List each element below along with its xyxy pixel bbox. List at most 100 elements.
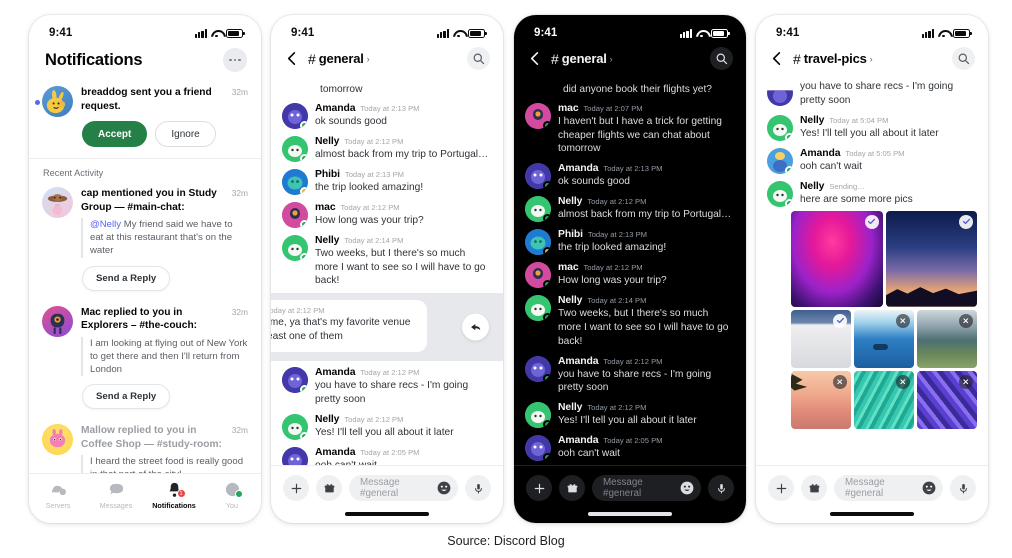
- avatar[interactable]: [282, 413, 308, 440]
- emoji-icon[interactable]: [678, 480, 695, 497]
- jellyfish-photo[interactable]: [791, 210, 883, 307]
- tab-messages[interactable]: Messages: [87, 481, 145, 510]
- avatar[interactable]: [767, 90, 793, 106]
- message-list[interactable]: tomorrow Amanda Today at 2:13 PM ok sound…: [271, 80, 503, 465]
- message-input[interactable]: Message #general: [349, 475, 458, 501]
- notifications-list[interactable]: breaddog sent you a friend request. 32m …: [29, 82, 261, 473]
- back-arrow-icon[interactable]: [769, 50, 786, 67]
- reply-arrow-icon[interactable]: [462, 313, 489, 341]
- island-ocean-photo[interactable]: [854, 309, 914, 368]
- message-row[interactable]: Nelly Today at 2:14 PM Two weeks, but I t…: [514, 289, 746, 349]
- avatar[interactable]: [525, 402, 551, 429]
- message-row[interactable]: Nelly Today at 5:04 PM Yes! I'll tell you…: [756, 109, 988, 142]
- channel-name[interactable]: # general ›: [308, 51, 460, 67]
- message-row[interactable]: Nelly Today at 2:12 PM Yes! I'll tell you…: [271, 408, 503, 441]
- purple-flowers-photo[interactable]: [917, 370, 977, 429]
- accept-button[interactable]: Accept: [82, 121, 148, 147]
- message-input[interactable]: Message #general: [592, 475, 701, 501]
- kebab-menu-icon[interactable]: [223, 48, 247, 72]
- plus-icon[interactable]: [526, 475, 552, 501]
- check-icon[interactable]: [959, 214, 973, 229]
- avatar[interactable]: [282, 135, 308, 162]
- message-row[interactable]: Amanda Today at 2:12 PM you have to share…: [271, 361, 503, 408]
- message-row[interactable]: Nelly Today at 2:12 PM almost back from m…: [514, 190, 746, 223]
- message-row[interactable]: Nelly Sending… here are some more pics: [756, 175, 988, 208]
- notification-item[interactable]: Mallow replied to you in Coffee Shop — #…: [29, 420, 261, 473]
- plus-icon[interactable]: [768, 475, 794, 501]
- microphone-icon[interactable]: [708, 475, 734, 501]
- notification-item[interactable]: cap mentioned you in Study Group — #main…: [29, 183, 261, 302]
- avatar[interactable]: [282, 102, 308, 129]
- avatar[interactable]: [767, 114, 793, 141]
- message-list[interactable]: you have to share recs - I'm going prett…: [756, 80, 988, 465]
- message-row[interactable]: Amanda Today at 2:05 PM ooh can't wait: [514, 429, 746, 462]
- message-row[interactable]: Amanda Today at 2:12 PM you have to share…: [514, 350, 746, 397]
- emoji-icon[interactable]: [435, 480, 452, 497]
- tab-you[interactable]: You: [203, 481, 261, 510]
- message-row[interactable]: Amanda Today at 2:05 PM ooh can't wait: [271, 441, 503, 465]
- avatar[interactable]: [282, 168, 308, 195]
- search-icon[interactable]: [952, 47, 975, 70]
- message-row[interactable]: Amanda Today at 5:05 PM ooh can't wait: [756, 142, 988, 175]
- avatar[interactable]: [42, 305, 73, 337]
- send-reply-button[interactable]: Send a Reply: [82, 384, 171, 410]
- avatar[interactable]: [767, 180, 793, 207]
- avatar[interactable]: [525, 435, 551, 462]
- message-row[interactable]: Amanda Today at 2:13 PM ok sounds good: [514, 157, 746, 190]
- avatar[interactable]: [525, 196, 551, 223]
- palm-sunset-photo[interactable]: [791, 370, 851, 429]
- avatar[interactable]: [767, 147, 793, 174]
- message-row[interactable]: mac Today at 2:12 PM How long was your tr…: [271, 196, 503, 229]
- search-icon[interactable]: [710, 47, 733, 70]
- message-row[interactable]: Phibi Today at 2:13 PM the trip looked am…: [271, 163, 503, 196]
- check-icon[interactable]: [833, 313, 847, 328]
- cancel-upload-icon[interactable]: [959, 313, 973, 328]
- plus-icon[interactable]: [283, 475, 309, 501]
- message-row[interactable]: Nelly Today at 2:12 PM almost back from m…: [271, 130, 503, 163]
- avatar[interactable]: [525, 262, 551, 289]
- avatar[interactable]: [42, 424, 73, 456]
- swipe-to-reply-row[interactable]: ‹ Today at 2:12 PM some, ya that's my fa…: [271, 293, 503, 362]
- avatar[interactable]: [525, 295, 551, 322]
- coastal-cliffs-photo[interactable]: [917, 309, 977, 368]
- ignore-button[interactable]: Ignore: [155, 121, 216, 147]
- dusk-sky-photo[interactable]: [885, 210, 977, 307]
- message-input[interactable]: Message #general: [834, 475, 943, 501]
- channel-name[interactable]: # travel-pics ›: [793, 51, 945, 67]
- avatar[interactable]: [525, 355, 551, 382]
- microphone-icon[interactable]: [950, 475, 976, 501]
- turquoise-water-photo[interactable]: [854, 370, 914, 429]
- gift-icon[interactable]: [316, 475, 342, 501]
- avatar[interactable]: [282, 234, 308, 261]
- message-row[interactable]: Nelly Today at 2:14 PM Two weeks, but I t…: [271, 229, 503, 289]
- cancel-upload-icon[interactable]: [833, 374, 847, 389]
- message-list[interactable]: did anyone book their flights yet? mac To…: [514, 80, 746, 465]
- avatar[interactable]: [282, 201, 308, 228]
- notification-item[interactable]: Mac replied to you in Explorers – #the-c…: [29, 302, 261, 421]
- message-row-partial[interactable]: you have to share recs - I'm going prett…: [756, 80, 988, 109]
- message-row[interactable]: mac Today at 2:12 PM How long was your tr…: [514, 256, 746, 289]
- avatar[interactable]: [525, 163, 551, 190]
- gift-icon[interactable]: [801, 475, 827, 501]
- back-arrow-icon[interactable]: [527, 50, 544, 67]
- cancel-upload-icon[interactable]: [959, 374, 973, 389]
- tab-notifications[interactable]: 1 Notifications: [145, 481, 203, 510]
- message-row[interactable]: mac Today at 2:07 PM I haven't but I have…: [514, 97, 746, 157]
- avatar[interactable]: [525, 229, 551, 256]
- avatar[interactable]: [282, 446, 308, 465]
- message-row[interactable]: Amanda Today at 2:13 PM ok sounds good: [271, 97, 503, 130]
- sand-dunes-photo[interactable]: [791, 309, 851, 368]
- avatar[interactable]: [42, 86, 73, 117]
- cancel-upload-icon[interactable]: [896, 374, 910, 389]
- channel-name[interactable]: # general ›: [551, 51, 703, 67]
- back-arrow-icon[interactable]: [284, 50, 301, 67]
- swiped-message-card[interactable]: ‹ Today at 2:12 PM some, ya that's my fa…: [271, 300, 427, 353]
- check-icon[interactable]: [864, 214, 879, 229]
- send-reply-button[interactable]: Send a Reply: [82, 265, 171, 291]
- avatar[interactable]: [42, 187, 73, 218]
- message-row[interactable]: Phibi Today at 2:13 PM the trip looked am…: [514, 223, 746, 256]
- message-row[interactable]: Nelly Today at 2:12 PM Yes! I'll tell you…: [514, 396, 746, 429]
- cancel-upload-icon[interactable]: [896, 313, 910, 328]
- microphone-icon[interactable]: [465, 475, 491, 501]
- emoji-icon[interactable]: [920, 480, 937, 497]
